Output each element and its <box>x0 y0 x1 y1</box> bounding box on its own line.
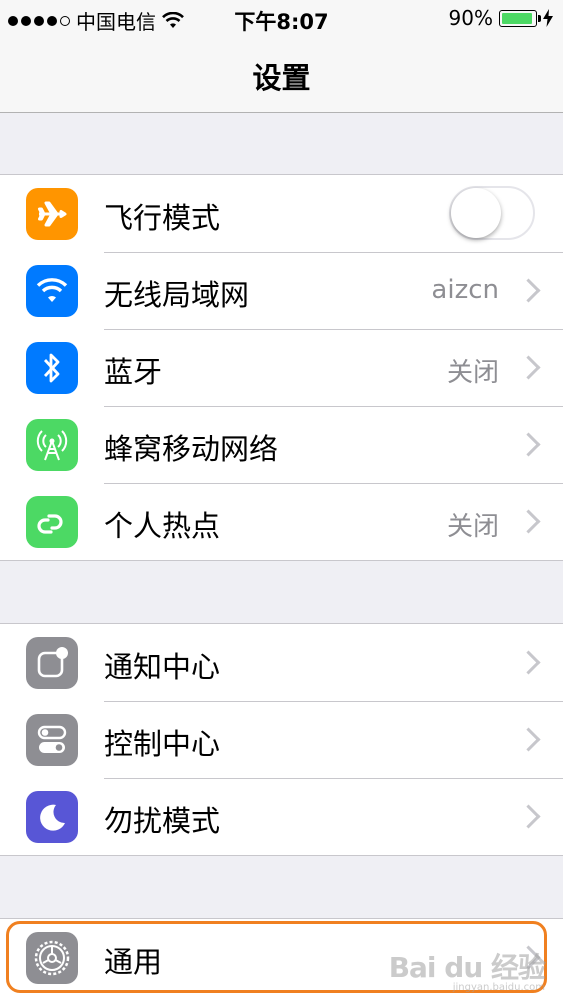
wifi-label: 无线局域网 <box>104 278 250 312</box>
chevron-right-icon <box>516 278 541 303</box>
chevron-right-icon <box>516 804 541 829</box>
cellular-label: 蜂窝移动网络 <box>104 432 279 466</box>
hotspot-label: 个人热点 <box>104 509 221 543</box>
airplane-mode-toggle[interactable] <box>449 186 535 240</box>
control-center-label: 控制中心 <box>104 727 221 761</box>
charging-bolt-icon <box>543 9 553 27</box>
hotspot-icon <box>26 496 78 548</box>
control-center-icon <box>26 714 78 766</box>
settings-row-cellular[interactable]: 蜂窝移动网络 <box>0 406 563 483</box>
bluetooth-label: 蓝牙 <box>104 355 163 389</box>
general-label: 通用 <box>104 945 163 979</box>
baidu-watermark: Bai du 经验 jingyan.baidu.com <box>388 946 546 993</box>
status-right: 90% <box>449 6 553 30</box>
settings-group-system: 通知中心 控制中心 勿扰模式 <box>0 623 563 856</box>
settings-group-connectivity: 飞行模式 无线局域网 aizcn 蓝牙 关闭 蜂窝移动网络 个人热点 关闭 <box>0 174 563 561</box>
settings-row-control-center[interactable]: 控制中心 <box>0 701 563 778</box>
chevron-right-icon <box>516 432 541 457</box>
bluetooth-value: 关闭 <box>446 358 499 388</box>
settings-row-notification-center[interactable]: 通知中心 <box>0 624 563 701</box>
notification-center-label: 通知中心 <box>104 650 221 684</box>
airplane-mode-label: 飞行模式 <box>104 201 221 235</box>
chevron-right-icon <box>516 650 541 675</box>
settings-row-wifi[interactable]: 无线局域网 aizcn <box>0 252 563 329</box>
wifi-icon <box>26 265 78 317</box>
settings-row-do-not-disturb[interactable]: 勿扰模式 <box>0 778 563 855</box>
hotspot-value: 关闭 <box>446 512 499 542</box>
battery-icon <box>499 9 541 27</box>
settings-row-bluetooth[interactable]: 蓝牙 关闭 <box>0 329 563 406</box>
bluetooth-icon <box>26 342 78 394</box>
wifi-value: aizcn <box>431 275 499 305</box>
battery-percent: 90% <box>448 6 493 30</box>
toggle-knob <box>451 188 501 238</box>
notification-center-icon <box>26 637 78 689</box>
watermark-text: Bai du 经验 <box>388 951 546 984</box>
cellular-icon <box>26 419 78 471</box>
chevron-right-icon <box>516 509 541 534</box>
status-bar: 中国电信 下午8:07 90% <box>0 0 563 38</box>
gear-icon <box>26 932 78 984</box>
chevron-right-icon <box>516 727 541 752</box>
page-title: 设置 <box>252 61 311 95</box>
navigation-bar: 设置 <box>0 38 563 113</box>
airplane-icon <box>26 188 78 240</box>
moon-icon <box>26 791 78 843</box>
chevron-right-icon <box>516 355 541 380</box>
do-not-disturb-label: 勿扰模式 <box>104 804 221 838</box>
settings-row-airplane-mode[interactable]: 飞行模式 <box>0 175 563 252</box>
settings-row-hotspot[interactable]: 个人热点 关闭 <box>0 483 563 560</box>
